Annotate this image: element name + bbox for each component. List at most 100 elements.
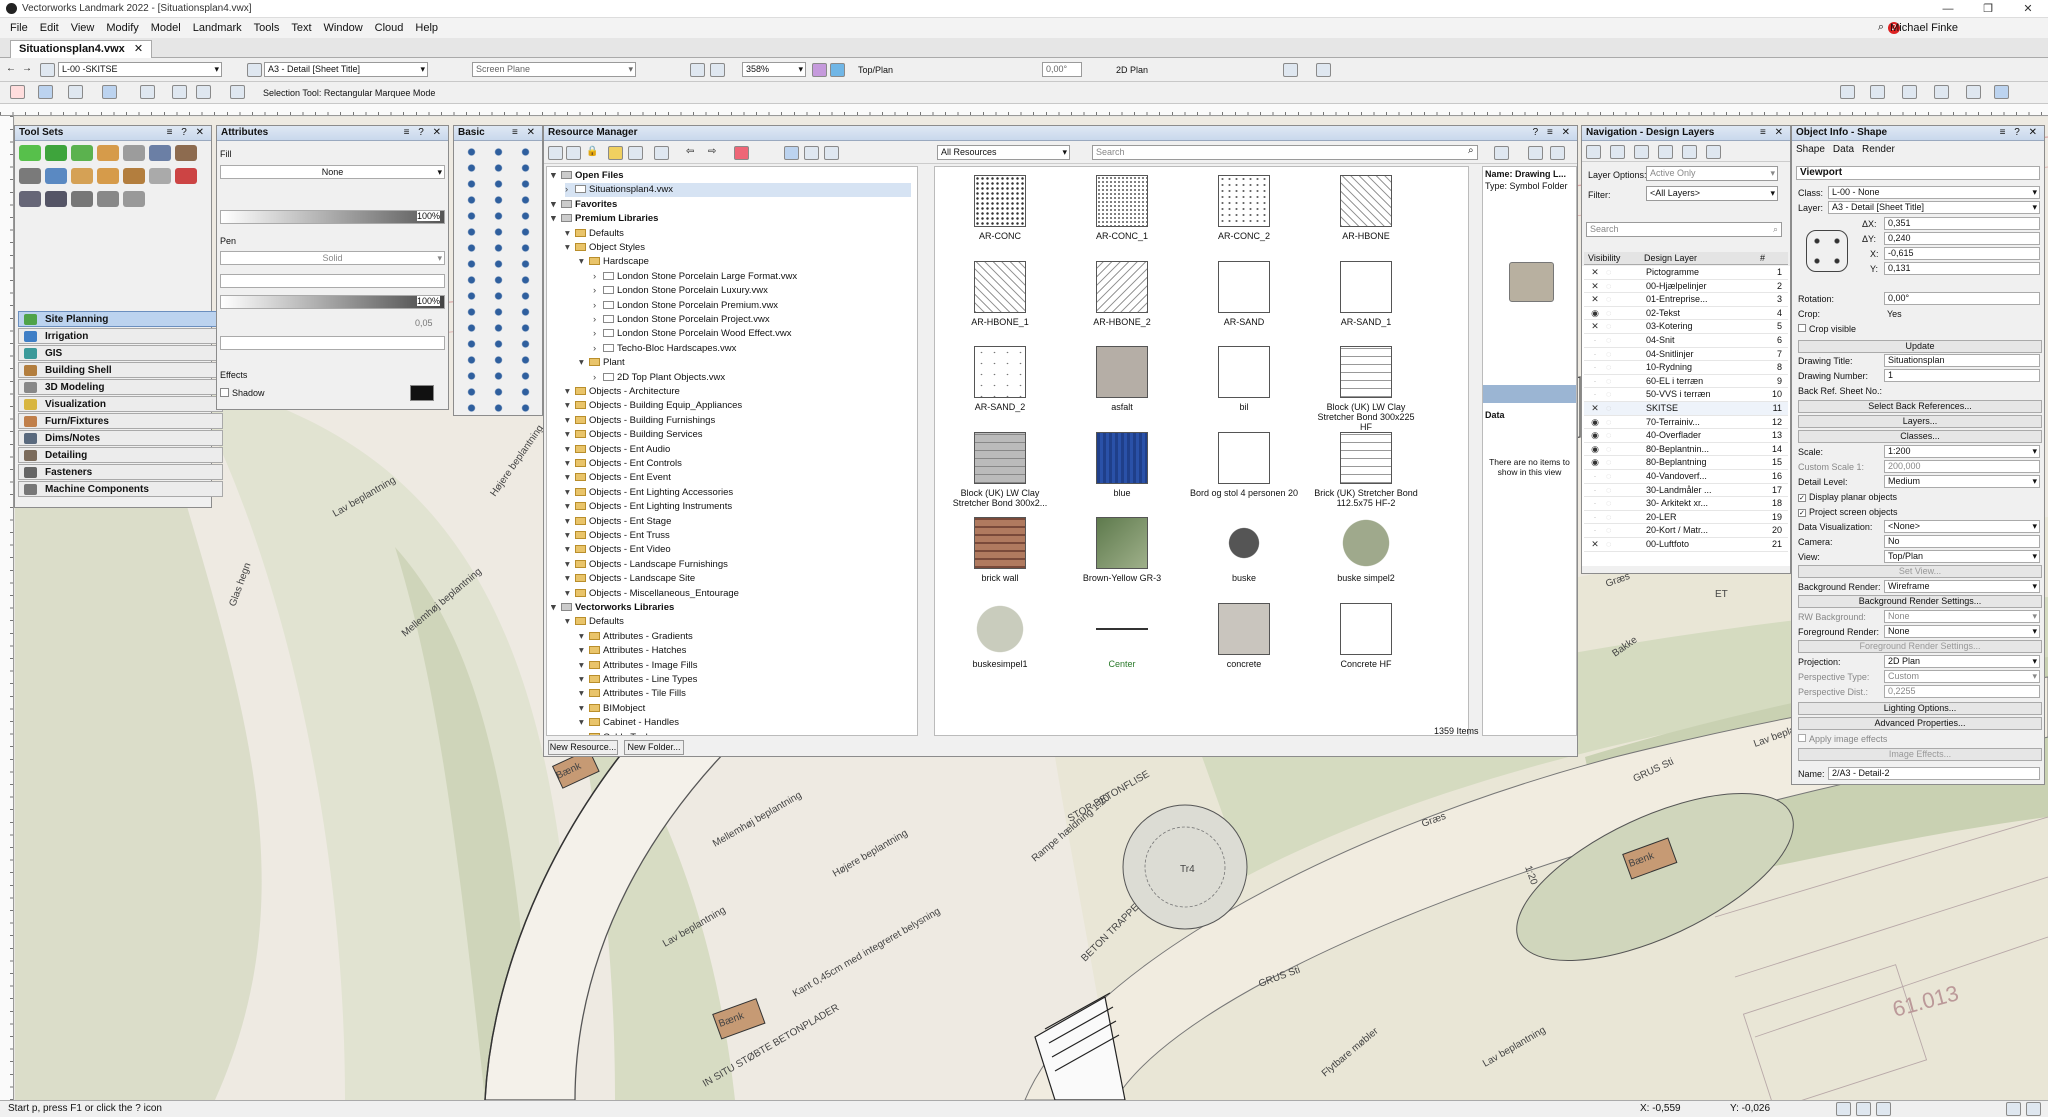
settings-gear-icon[interactable] — [654, 146, 669, 160]
grayed-icon[interactable]: · — [1590, 484, 1600, 498]
menu-tools[interactable]: Tools — [248, 18, 286, 38]
hidden-x-icon[interactable]: ✕ — [1590, 320, 1600, 334]
expand-icon[interactable]: ▾ — [565, 500, 575, 514]
preview-toolbar[interactable] — [1483, 385, 1576, 403]
tree-item[interactable]: ▾ Attributes - Tile Fills — [579, 687, 911, 701]
scale-select[interactable]: 1:200 — [1884, 445, 2040, 458]
persp-dist-field[interactable]: 0,2255 — [1884, 685, 2040, 698]
thickness-value[interactable]: 0,05 — [415, 318, 433, 328]
tree-item[interactable]: ▾ Cable Tools — [579, 731, 911, 735]
grid-icon[interactable] — [19, 168, 41, 184]
tree-item[interactable]: ▾ Defaults — [565, 227, 911, 241]
design-layer-row[interactable]: · ◌ 40-Vandoverf... 16 — [1584, 470, 1788, 484]
design-layer-row[interactable]: · ◌ 30- Arkitekt xr... 18 — [1584, 497, 1788, 511]
set-view-button[interactable]: Set View... — [1798, 565, 2042, 578]
toolset-irrigation[interactable]: Irrigation — [18, 328, 223, 344]
expand-icon[interactable]: ▾ — [579, 356, 589, 370]
y-field[interactable]: 0,131 — [1884, 262, 2040, 275]
grade-icon[interactable] — [45, 168, 67, 184]
camera-field[interactable]: No — [1884, 535, 2040, 548]
expand-icon[interactable]: ▾ — [565, 471, 575, 485]
tree-item[interactable]: ▾ Objects - Landscape Furnishings — [565, 558, 911, 572]
north-arrow-icon[interactable] — [123, 191, 145, 207]
grayed-icon[interactable]: · — [1590, 524, 1600, 538]
visibility-icon[interactable] — [1316, 63, 1331, 77]
tree-item[interactable]: ▾ Objects - Landscape Site — [565, 572, 911, 586]
grayed-icon[interactable]: · — [1590, 388, 1600, 402]
name-field[interactable]: 2/A3 - Detail-2 — [1828, 767, 2040, 780]
resource-item[interactable]: AR-CONC_2 — [1189, 175, 1299, 241]
design-layer-row[interactable]: · ◌ 10-Rydning 8 — [1584, 361, 1788, 375]
tree-item[interactable]: ▾ Objects - Ent Truss — [565, 529, 911, 543]
layer-search-input[interactable]: Search ⌕ — [1586, 222, 1782, 237]
resource-item[interactable]: Brown-Yellow GR-3 — [1067, 517, 1177, 583]
search-icon[interactable]: ⌕ — [1878, 21, 1884, 34]
active-layer-select[interactable]: L-00 -SKITSE — [58, 62, 222, 77]
panel-controls-icon[interactable]: ≡ ? ✕ — [167, 126, 207, 140]
tree-item[interactable]: ▾ Objects - Ent Event — [565, 471, 911, 485]
expand-icon[interactable]: ▾ — [565, 486, 575, 500]
toolset-furn-fixtures[interactable]: Furn/Fixtures — [18, 413, 223, 429]
expand-icon[interactable]: ▾ — [565, 457, 575, 471]
tree-item[interactable]: ▾ Objects - Ent Stage — [565, 515, 911, 529]
expand-icon[interactable]: ▾ — [551, 169, 561, 183]
menu-model[interactable]: Model — [145, 18, 187, 38]
design-layer-row[interactable]: ✕ ◌ 03-Kotering 5 — [1584, 320, 1788, 334]
zoom-select[interactable]: 358% — [742, 62, 806, 77]
transform-icon[interactable] — [196, 85, 211, 99]
visible-eye-icon[interactable]: ◉ — [1590, 443, 1600, 457]
visibility-gray-icon[interactable]: ◌ — [1606, 429, 1611, 443]
resource-item[interactable]: concrete — [1189, 602, 1299, 669]
resource-item[interactable]: AR-HBONE_2 — [1067, 260, 1177, 327]
visibility-gray-icon[interactable]: ◌ — [1606, 293, 1611, 307]
display-planar-checkbox[interactable]: ✓ Display planar objects — [1798, 492, 1897, 502]
grayed-icon[interactable]: · — [1590, 497, 1600, 511]
design-layer-row[interactable]: ✕ ◌ 00-Luftfoto 21 — [1584, 538, 1788, 552]
resource-item[interactable]: Concrete HF — [1311, 602, 1421, 669]
resource-item[interactable]: brick wall — [945, 517, 1055, 583]
grayed-icon[interactable]: · — [1590, 470, 1600, 484]
user-name[interactable]: Michael Finke — [1890, 18, 1958, 38]
menu-landmark[interactable]: Landmark — [187, 18, 248, 38]
tree-item[interactable]: ▾ Premium Libraries — [551, 212, 911, 226]
toolset-detailing[interactable]: Detailing — [18, 447, 223, 463]
rw-bg-select[interactable]: None — [1884, 610, 2040, 623]
dy-field[interactable]: 0,240 — [1884, 232, 2040, 245]
expand-icon[interactable]: ▾ — [565, 414, 575, 428]
sheet-icon[interactable] — [247, 63, 262, 77]
search-icon[interactable]: ⌕ — [1468, 145, 1474, 156]
fence-icon[interactable] — [71, 191, 93, 207]
expand-icon[interactable]: ▾ — [565, 443, 575, 457]
status-settings-icon[interactable] — [2026, 1102, 2041, 1116]
expand-icon[interactable]: › — [565, 183, 575, 197]
nav-symbols-icon[interactable] — [1706, 145, 1721, 159]
apply-image-effects-checkbox[interactable]: Apply image effects — [1798, 734, 1887, 744]
bbox-control-icon[interactable] — [1806, 230, 1848, 272]
visibility-gray-icon[interactable]: ◌ — [1606, 416, 1611, 430]
expand-icon[interactable]: ▾ — [579, 716, 589, 730]
toolset-gis[interactable]: GIS — [18, 345, 223, 361]
expand-icon[interactable]: ▾ — [579, 644, 589, 658]
forward-icon[interactable]: → — [22, 63, 37, 77]
resource-item[interactable]: AR-CONC — [945, 175, 1055, 241]
visibility-gray-icon[interactable]: ◌ — [1606, 334, 1611, 348]
poly-marquee-icon[interactable] — [140, 85, 155, 99]
tree-item[interactable]: ▾ Objects - Miscellaneous_Entourage — [565, 587, 911, 601]
pen-color-swatch[interactable] — [220, 274, 445, 288]
status-pause-icon[interactable] — [2006, 1102, 2021, 1116]
stake-icon[interactable] — [123, 168, 145, 184]
expand-icon[interactable]: › — [593, 284, 603, 298]
expand-icon[interactable]: ▾ — [579, 659, 589, 673]
menu-modify[interactable]: Modify — [100, 18, 144, 38]
bg-render-settings-button[interactable]: Background Render Settings... — [1798, 595, 2042, 608]
resource-item[interactable]: Brick (UK) Stretcher Bond 112.5x75 HF-2 — [1311, 431, 1421, 508]
parking-icon[interactable] — [19, 191, 41, 207]
visibility-gray-icon[interactable]: ◌ — [1606, 524, 1611, 538]
expand-icon[interactable]: ▾ — [565, 515, 575, 529]
tree-item[interactable]: ▾ Objects - Ent Audio — [565, 443, 911, 457]
nav-layers-icon[interactable] — [1586, 145, 1601, 159]
nav-forward-icon[interactable]: ⇨ — [708, 146, 723, 160]
panel-controls-icon[interactable]: ≡ ✕ — [1760, 126, 1786, 140]
close-button[interactable]: ✕ — [2008, 0, 2048, 18]
expand-icon[interactable]: ▾ — [579, 673, 589, 687]
